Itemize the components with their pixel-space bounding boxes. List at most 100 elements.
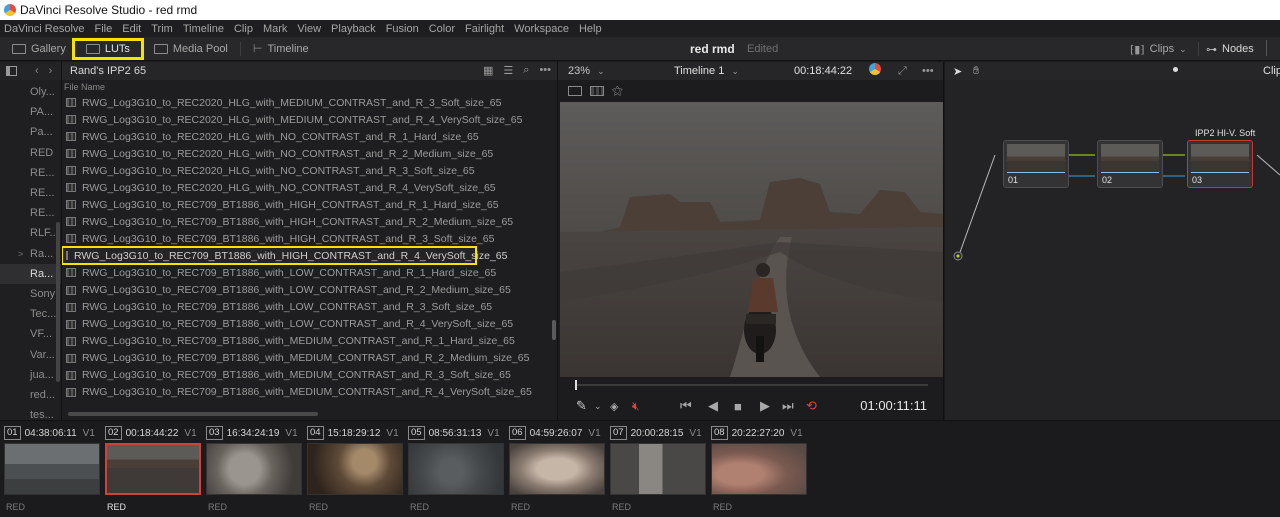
gallery-button[interactable]: Gallery — [6, 38, 72, 60]
bin-scrollbar[interactable] — [56, 222, 60, 382]
bin-item[interactable]: RE... — [0, 203, 61, 223]
stop-icon[interactable]: ■ — [734, 399, 742, 414]
bin-item[interactable]: RE... — [0, 163, 61, 183]
sidebar-toggle-icon[interactable] — [6, 66, 17, 76]
lut-file-row[interactable]: RWG_Log3G10_to_REC709_BT1886_with_HIGH_C… — [62, 230, 557, 247]
bin-item[interactable]: Tec... — [0, 304, 61, 324]
menu-edit[interactable]: Edit — [122, 23, 141, 35]
list-view-icon[interactable]: ☰ — [503, 64, 513, 77]
menu-fusion[interactable]: Fusion — [386, 23, 419, 35]
fullscreen-icon[interactable]: ⤢ — [898, 65, 907, 78]
bin-item[interactable]: Pa... — [0, 122, 61, 142]
lut-file-row-selected[interactable]: RWG_Log3G10_to_REC709_BT1886_with_HIGH_C… — [62, 246, 507, 266]
bin-item[interactable]: RE... — [0, 183, 61, 203]
zoom-dropdown[interactable]: 23% ⌄ — [568, 65, 605, 77]
menu-workspace[interactable]: Workspace — [514, 23, 569, 35]
lut-file-row[interactable]: RWG_Log3G10_to_REC2020_HLG_with_NO_CONTR… — [62, 179, 557, 196]
timeline-clip[interactable]: 03 16:34:24:19 V1 RED — [206, 425, 304, 515]
lut-file-row[interactable]: RWG_Log3G10_to_REC709_BT1886_with_MEDIUM… — [62, 333, 557, 350]
play-icon[interactable]: ▶ — [760, 398, 770, 414]
timeline-clip[interactable]: 05 08:56:31:13 V1 RED — [408, 425, 506, 515]
split-viewer-icon[interactable] — [590, 86, 604, 96]
bin-item[interactable]: Var... — [0, 344, 61, 364]
back-arrow-icon[interactable]: ‹ — [35, 65, 39, 77]
bin-item[interactable]: tes... — [0, 405, 61, 420]
lut-list-scrollbar[interactable] — [552, 320, 556, 340]
lut-list-horizontal-scrollbar[interactable] — [68, 412, 318, 416]
layers-icon[interactable]: ◈ — [610, 400, 618, 413]
viewer-scrubber[interactable] — [575, 380, 928, 390]
bin-item[interactable]: Oly... — [0, 82, 61, 102]
lut-file-row[interactable]: RWG_Log3G10_to_REC709_BT1886_with_HIGH_C… — [62, 196, 557, 213]
bin-item[interactable]: red... — [0, 385, 61, 405]
lut-file-row[interactable]: RWG_Log3G10_to_REC709_BT1886_with_LOW_CO… — [62, 264, 557, 281]
loop-icon[interactable]: ⟲ — [806, 398, 817, 414]
eyedropper-icon[interactable]: ✎ — [576, 398, 587, 414]
menu-fairlight[interactable]: Fairlight — [465, 23, 504, 35]
bin-item[interactable]: RLF... — [0, 223, 61, 243]
lut-file-row[interactable]: RWG_Log3G10_to_REC709_BT1886_with_LOW_CO… — [62, 316, 557, 333]
lut-file-row[interactable]: RWG_Log3G10_to_REC709_BT1886_with_MEDIUM… — [62, 367, 557, 384]
viewer-options-icon[interactable]: ••• — [922, 65, 934, 77]
bin-item[interactable]: RED — [0, 143, 61, 163]
bin-item[interactable]: Sony — [0, 284, 61, 304]
menu-playback[interactable]: Playback — [331, 23, 376, 35]
lut-file-row[interactable]: RWG_Log3G10_to_REC709_BT1886_with_LOW_CO… — [62, 299, 557, 316]
column-header-filename[interactable]: File Name — [62, 80, 557, 94]
menu-file[interactable]: File — [95, 23, 113, 35]
bin-item-selected[interactable]: Ra... — [0, 263, 61, 284]
more-options-icon[interactable]: ••• — [539, 64, 551, 77]
menu-trim[interactable]: Trim — [151, 23, 173, 35]
menu-timeline[interactable]: Timeline — [183, 23, 224, 35]
bin-item[interactable]: jua... — [0, 365, 61, 385]
timeline-button[interactable]: ⊢ Timeline — [247, 38, 315, 60]
luts-button[interactable]: LUTs — [71, 37, 144, 60]
play-reverse-icon[interactable]: ◀ — [708, 398, 718, 414]
menu-mark[interactable]: Mark — [263, 23, 287, 35]
magic-wand-icon[interactable]: ⚝ — [612, 85, 623, 98]
color-node-02[interactable]: 02 — [1097, 140, 1163, 188]
grid-view-icon[interactable]: ▦ — [483, 64, 493, 77]
menu-view[interactable]: View — [297, 23, 321, 35]
lut-file-row[interactable]: RWG_Log3G10_to_REC2020_HLG_with_NO_CONTR… — [62, 162, 557, 179]
lut-file-row[interactable]: RWG_Log3G10_to_REC709_BT1886_with_MEDIUM… — [62, 384, 557, 401]
video-frame[interactable] — [560, 102, 943, 377]
timeline-clip[interactable]: 06 04:59:26:07 V1 RED — [509, 425, 607, 515]
bin-item[interactable]: > Ra... — [0, 244, 61, 264]
timeline-clip-selected[interactable]: 02 00:18:44:22 V1 RED — [105, 425, 203, 515]
menu-davinci[interactable]: DaVinci Resolve — [4, 23, 85, 35]
bin-item[interactable]: PA... — [0, 102, 61, 122]
lut-file-row[interactable]: RWG_Log3G10_to_REC2020_HLG_with_MEDIUM_C… — [62, 94, 557, 111]
timeline-clip[interactable]: 08 20:22:27:20 V1 RED — [711, 425, 809, 515]
media-pool-button[interactable]: Media Pool — [148, 38, 234, 60]
jump-to-start-icon[interactable]: ⏮︎ — [680, 398, 692, 414]
color-wheel-icon[interactable] — [869, 63, 881, 75]
single-viewer-icon[interactable] — [568, 86, 582, 96]
timeline-clip[interactable]: 04 15:18:29:12 V1 RED — [307, 425, 405, 515]
menu-color[interactable]: Color — [429, 23, 455, 35]
clips-button[interactable]: ⁅▮⁆ Clips ⌄ — [1124, 38, 1193, 60]
forward-arrow-icon[interactable]: › — [49, 65, 53, 77]
node-view-dot-icon[interactable] — [1173, 67, 1178, 72]
menu-clip[interactable]: Clip — [234, 23, 253, 35]
timeline-selector[interactable]: Timeline 1 ⌄ — [674, 65, 739, 77]
lut-file-row[interactable]: RWG_Log3G10_to_REC709_BT1886_with_LOW_CO… — [62, 282, 557, 299]
nodes-button[interactable]: ⊶ Nodes — [1200, 38, 1260, 60]
chevron-right-icon[interactable]: > — [18, 249, 23, 259]
mute-audio-icon[interactable]: 🔇︎ — [632, 399, 640, 414]
playhead[interactable] — [575, 380, 577, 390]
lut-file-row[interactable]: RWG_Log3G10_to_REC2020_HLG_with_NO_CONTR… — [62, 145, 557, 162]
chevron-down-icon[interactable]: ⌄ — [594, 401, 602, 412]
timeline-clip[interactable]: 07 20:00:28:15 V1 RED — [610, 425, 708, 515]
lut-file-row[interactable]: RWG_Log3G10_to_REC709_BT1886_with_HIGH_C… — [62, 213, 557, 230]
lut-file-row[interactable]: RWG_Log3G10_to_REC2020_HLG_with_MEDIUM_C… — [62, 111, 557, 128]
bin-item[interactable]: VF... — [0, 324, 61, 344]
timeline-clip[interactable]: 01 04:38:06:11 V1 RED — [4, 425, 102, 515]
search-icon[interactable]: ⌕ — [523, 64, 529, 77]
lut-file-row[interactable]: RWG_Log3G10_to_REC709_BT1886_with_MEDIUM… — [62, 350, 557, 367]
hand-tool-icon[interactable]: ✋︎ — [973, 65, 979, 78]
color-node-03[interactable]: 03 — [1187, 140, 1253, 188]
color-node-01[interactable]: 01 — [1003, 140, 1069, 188]
jump-to-end-icon[interactable]: ⏭︎ — [782, 398, 794, 414]
lut-file-row[interactable]: RWG_Log3G10_to_REC2020_HLG_with_NO_CONTR… — [62, 128, 557, 145]
